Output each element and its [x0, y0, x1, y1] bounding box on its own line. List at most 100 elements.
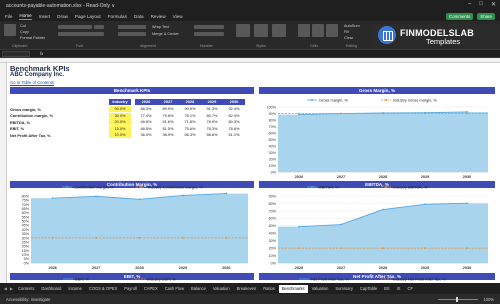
zoom-slider[interactable] [438, 299, 478, 300]
y-tick-label: 80% [22, 194, 30, 198]
conditional-formatting-button[interactable] [236, 24, 250, 37]
formula-bar: fx [0, 50, 500, 58]
legend-label: Industry EBIT, % [147, 277, 176, 282]
sheet-tab[interactable]: Balance [188, 285, 209, 293]
y-tick-label: 0% [24, 261, 30, 265]
row-headers [0, 63, 7, 283]
zoom-slider-knob[interactable] [456, 297, 458, 302]
excel-window: accounts-payable-automation.xlsx - Read-… [0, 0, 500, 304]
sheet-tab[interactable]: Valuation [210, 285, 233, 293]
copy-button[interactable]: Copy [20, 30, 29, 34]
sheet-tab[interactable]: COGS & OPEX [86, 285, 120, 293]
legend-label: Industry Gross margin, % [393, 98, 437, 103]
sheet-tab[interactable]: BS [381, 285, 392, 293]
format-as-table-button[interactable] [254, 24, 268, 37]
menu-formulas[interactable]: Formulas [108, 14, 127, 19]
tab-prev-icon[interactable]: ◀ [3, 286, 8, 291]
industry-point [182, 236, 184, 239]
autosum-button[interactable]: AutoSum [344, 24, 360, 28]
series-point [340, 223, 342, 226]
merge-center-button[interactable]: Merge & Center [152, 32, 179, 36]
legend-marker-industry [385, 99, 387, 101]
y-tick-label: 20% [269, 157, 277, 161]
sheet-tab[interactable]: Dashboard [38, 285, 64, 293]
clipboard-group-label: Clipboard [12, 44, 28, 48]
comments-button[interactable]: Comments [446, 13, 474, 20]
name-box[interactable] [2, 51, 30, 57]
editing-group-label: Editing [346, 44, 357, 48]
fill-button[interactable]: Fill [344, 30, 349, 34]
menu-view[interactable]: View [173, 14, 183, 19]
font-group-label: Font [76, 44, 84, 48]
sheet-tab[interactable]: Benchmarks [278, 284, 308, 293]
sheet-tab[interactable]: Summary [332, 285, 356, 293]
align-bottom-buttons[interactable] [118, 32, 146, 36]
window-controls: – □ ✕ [468, 1, 496, 8]
format-painter-button[interactable]: Format Painter [20, 36, 45, 40]
sheet-tab[interactable]: Contents [15, 285, 37, 293]
insert-cells-button[interactable] [298, 24, 310, 37]
x-tick-label: 2029 [421, 266, 429, 270]
menu-file[interactable]: File [5, 14, 12, 19]
styles-group-label: Styles [256, 44, 266, 48]
close-icon[interactable]: ✕ [491, 1, 496, 8]
y-tick-label: 35% [22, 232, 30, 236]
x-tick-label: 2026 [295, 266, 303, 270]
menu-review[interactable]: Review [151, 14, 166, 19]
sheet-tab[interactable]: Income [65, 285, 84, 293]
y-tick-label: 80% [269, 202, 277, 206]
worksheet[interactable]: Benchmark KPIs ABC Company Inc. Go to Ta… [7, 63, 500, 283]
cut-button[interactable]: Cut [20, 24, 26, 28]
series-point [95, 195, 97, 198]
sheet-tab[interactable]: Valuation [309, 285, 332, 293]
cell-styles-button[interactable] [272, 24, 286, 37]
sheet-tab[interactable]: Cash Flow [162, 285, 187, 293]
industry-point [298, 112, 300, 115]
legend-label: Net Profit After Tax, % [311, 277, 350, 282]
sheet-tab[interactable]: Breakeven [234, 285, 260, 293]
format-cells-button[interactable] [326, 24, 338, 37]
chart-title: EBITDA, % [365, 182, 389, 187]
paste-icon[interactable] [4, 24, 16, 36]
maximize-icon[interactable]: □ [479, 1, 483, 8]
sheet-tab[interactable]: IS [394, 285, 404, 293]
number-format-buttons[interactable] [194, 32, 224, 36]
x-tick-label: 2030 [463, 175, 471, 179]
delete-cells-button[interactable] [312, 24, 324, 37]
font-format-buttons[interactable] [58, 32, 104, 36]
legend-label: Gross margin, % [319, 98, 349, 103]
clear-button[interactable]: Clear [344, 36, 353, 40]
title-bar: accounts-payable-automation.xlsx - Read-… [0, 0, 500, 12]
fx-icon[interactable]: fx [40, 51, 43, 56]
menu-draw[interactable]: Draw [57, 14, 68, 19]
zoom-level[interactable]: 100% [484, 297, 494, 302]
legend-label: EBITDA, % [319, 185, 339, 190]
y-tick-label: 20% [22, 245, 30, 249]
menu-insert[interactable]: Insert [39, 14, 51, 19]
y-tick-label: 90% [269, 194, 277, 198]
font-name-select[interactable] [58, 25, 92, 29]
number-format-select[interactable] [194, 25, 224, 29]
y-tick-label: 65% [22, 207, 30, 211]
share-button[interactable]: Share [477, 13, 495, 20]
series-point [182, 194, 184, 197]
series-point [382, 208, 384, 211]
sheet-tab[interactable]: CF [405, 285, 416, 293]
x-tick-label: 2029 [421, 175, 429, 179]
font-size-select[interactable] [94, 25, 104, 29]
accessibility-status[interactable]: Accessibility: Investigate [6, 297, 50, 302]
tab-next-icon[interactable]: ▶ [9, 286, 14, 291]
sheet-tab[interactable]: Payroll [121, 285, 140, 293]
sheet-tab[interactable]: Ratios [260, 285, 278, 293]
align-top-buttons[interactable] [118, 25, 146, 29]
y-tick-label: 5% [24, 257, 30, 261]
sheet-tab[interactable]: CapTable [357, 285, 380, 293]
minimize-icon[interactable]: – [468, 1, 471, 8]
menu-page-layout[interactable]: Page Layout [75, 14, 101, 19]
wrap-text-button[interactable]: Wrap Text [152, 25, 169, 29]
x-tick-label: 2026 [48, 266, 56, 270]
sheet-tab[interactable]: CAPEX [141, 285, 161, 293]
menu-home[interactable]: Home [19, 13, 32, 20]
menu-data[interactable]: Data [134, 14, 144, 19]
series-point [51, 197, 54, 200]
